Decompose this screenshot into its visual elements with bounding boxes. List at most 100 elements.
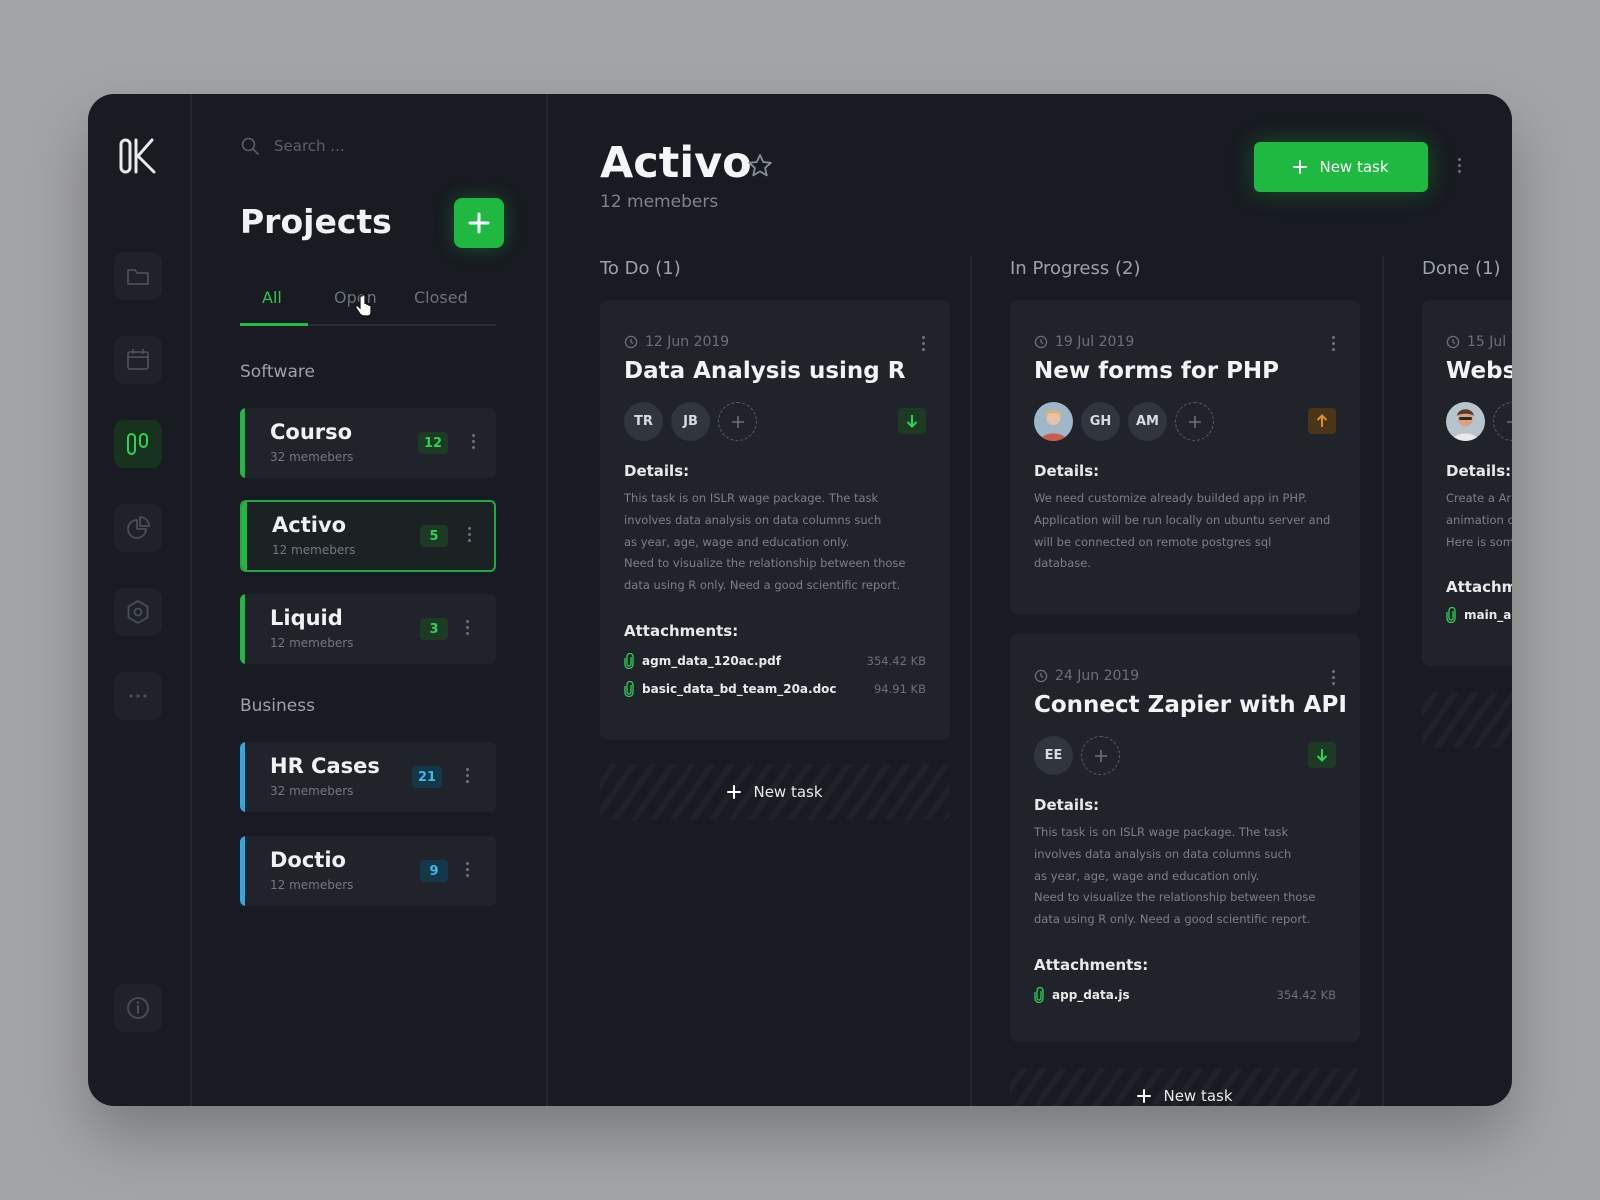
kebab-menu-icon[interactable] [466, 768, 470, 783]
attachment-row[interactable]: main_ar [1446, 606, 1512, 624]
column-title-in-progress: In Progress (2) [1010, 258, 1141, 279]
app-logo[interactable] [118, 134, 162, 178]
project-accent-bar [240, 742, 245, 812]
avatar-photo[interactable] [1446, 402, 1485, 441]
task-card[interactable]: 19 Jul 2019 New forms for PHP GH AM Deta… [1010, 300, 1360, 614]
avatar[interactable]: EE [1034, 736, 1073, 775]
details-label: Details: [1034, 462, 1100, 480]
kebab-menu-icon[interactable] [922, 336, 926, 351]
attachment-row[interactable]: agm_data_120ac.pdf 354.42 KB [624, 652, 926, 670]
new-task-button[interactable]: New task [1254, 142, 1428, 192]
new-task-label: New task [1319, 158, 1389, 176]
priority-low-badge [898, 408, 926, 434]
add-task-label: New task [753, 783, 823, 801]
add-assignee-button[interactable] [1175, 402, 1214, 441]
more-icon [129, 694, 147, 698]
project-accent-bar [240, 836, 245, 906]
plus-icon [1506, 415, 1512, 428]
plus-icon [468, 212, 490, 234]
plus-icon [1188, 415, 1201, 428]
details-label: Details: [624, 462, 690, 480]
board-title: Activo [600, 138, 752, 188]
attachment-row[interactable]: basic_data_bd_team_20a.doc 94.91 KB [624, 680, 926, 698]
reports-nav-button[interactable] [114, 504, 162, 552]
kebab-menu-icon[interactable] [1332, 670, 1336, 685]
paperclip-icon [624, 653, 634, 669]
project-name: Doctio [270, 848, 346, 872]
column-title-done: Done (1) [1422, 258, 1501, 279]
task-card[interactable]: 12 Jun 2019 Data Analysis using R TR JB … [600, 300, 950, 740]
info-nav-button[interactable] [114, 984, 162, 1032]
task-date-text: 19 Jul 2019 [1055, 334, 1135, 350]
add-task-slot[interactable]: New task [1010, 1068, 1360, 1106]
attachments-label: Attachments: [624, 622, 739, 640]
project-card-activo[interactable]: Activo 12 memebers 5 [240, 500, 496, 572]
attachment-size: 354.42 KB [866, 654, 926, 668]
avatar-photo[interactable] [1034, 402, 1073, 441]
project-members: 32 memebers [270, 450, 354, 464]
plus-icon [1137, 1089, 1152, 1103]
task-count-badge: 9 [420, 860, 448, 882]
task-card[interactable]: 24 Jun 2019 Connect Zapier with API EE D… [1010, 634, 1360, 1042]
column-divider [970, 256, 972, 1106]
task-details: This task is on ISLR wage package. The t… [1034, 825, 1316, 927]
task-details: We need customize already builded app in… [1034, 491, 1331, 571]
tab-all[interactable]: All [262, 288, 282, 307]
project-card-liquid[interactable]: Liquid 12 memebers 3 [240, 594, 496, 664]
avatar[interactable]: TR [624, 402, 663, 441]
kebab-menu-icon[interactable] [468, 527, 472, 542]
project-name: Liquid [270, 606, 343, 630]
plus-icon [727, 785, 742, 799]
add-task-slot[interactable] [1422, 692, 1512, 748]
project-card-doctio[interactable]: Doctio 12 memebers 9 [240, 836, 496, 906]
attachment-size: 94.91 KB [873, 682, 926, 696]
task-date-text: 15 Jul [1467, 334, 1507, 350]
projects-sidebar: Projects All Open Closed Software Courso… [192, 94, 548, 1106]
clock-icon [1034, 335, 1048, 349]
kebab-menu-icon[interactable] [1332, 336, 1336, 351]
avatar[interactable]: AM [1128, 402, 1167, 441]
kebab-menu-icon[interactable] [466, 620, 470, 635]
kebab-menu-icon[interactable] [472, 434, 476, 449]
paperclip-icon [1034, 987, 1044, 1003]
folder-nav-button[interactable] [114, 252, 162, 300]
details-label: Details: [1034, 796, 1100, 814]
add-task-slot[interactable]: New task [600, 764, 950, 820]
user-photo [1446, 402, 1485, 441]
star-icon[interactable] [746, 152, 774, 180]
plus-icon [1293, 160, 1308, 174]
pointer-cursor-icon [355, 294, 372, 317]
add-assignee-button[interactable] [718, 402, 757, 441]
plus-icon [731, 415, 744, 428]
attachment-name: main_ar [1464, 608, 1512, 622]
add-project-button[interactable] [454, 198, 504, 248]
calendar-nav-button[interactable] [114, 336, 162, 384]
task-card[interactable]: 15 Jul Websi Details: Create a Ar animat… [1422, 300, 1512, 666]
tab-closed[interactable]: Closed [414, 288, 468, 307]
paperclip-icon [624, 681, 634, 697]
board-kebab-menu-icon[interactable] [1458, 158, 1462, 173]
attachment-row[interactable]: app_data.js 354.42 KB [1034, 986, 1336, 1004]
add-assignee-button[interactable] [1493, 402, 1512, 441]
settings-icon [127, 600, 149, 624]
search-input[interactable] [274, 137, 474, 155]
project-accent-bar [240, 408, 245, 478]
column-title-todo: To Do (1) [600, 258, 681, 279]
priority-low-badge [1308, 742, 1336, 768]
kebab-menu-icon[interactable] [466, 862, 470, 877]
avatar[interactable]: GH [1081, 402, 1120, 441]
project-card-hr-cases[interactable]: HR Cases 32 memebers 21 [240, 742, 496, 812]
attachment-size: 354.42 KB [1276, 988, 1336, 1002]
settings-nav-button[interactable] [114, 588, 162, 636]
active-tab-indicator [240, 323, 308, 326]
project-members: 32 memebers [270, 784, 354, 798]
add-assignee-button[interactable] [1081, 736, 1120, 775]
clock-icon [1034, 669, 1048, 683]
avatar[interactable]: JB [671, 402, 710, 441]
project-card-courso[interactable]: Courso 32 memebers 12 [240, 408, 496, 478]
task-title: New forms for PHP [1034, 358, 1280, 384]
task-count-badge: 5 [420, 525, 448, 547]
more-nav-button[interactable] [114, 672, 162, 720]
boards-nav-button[interactable] [114, 420, 162, 468]
assignee-list: EE [1034, 736, 1120, 775]
